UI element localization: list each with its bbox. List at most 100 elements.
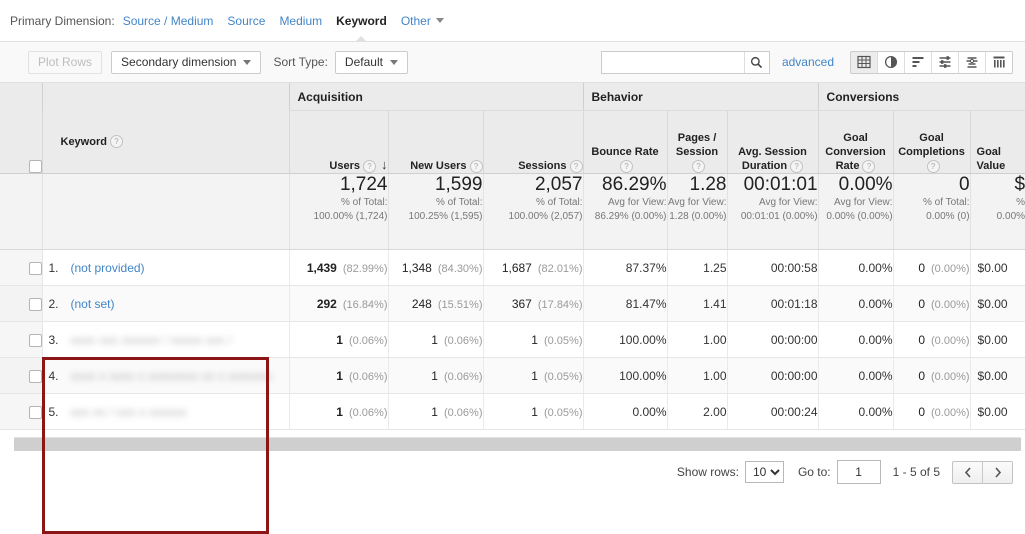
help-icon[interactable]: ? bbox=[109, 135, 123, 149]
show-rows-select[interactable]: 10 bbox=[744, 461, 784, 483]
column-header-goal-value[interactable]: Goal Value bbox=[969, 110, 1025, 174]
search-input[interactable] bbox=[601, 51, 744, 73]
column-header-goal-conversion-rate[interactable]: Goal Conversion Rate? bbox=[817, 110, 894, 174]
summary-goal-value-value: $ bbox=[1014, 174, 1025, 195]
column-header-sessions[interactable]: Sessions? bbox=[482, 110, 583, 174]
row-avg-session-duration: 00:01:18 bbox=[726, 285, 819, 322]
help-icon[interactable]: ? bbox=[469, 159, 483, 173]
pie-chart-view-button[interactable] bbox=[878, 51, 905, 73]
primary-dimension-label: Primary Dimension: bbox=[10, 13, 115, 28]
table-row[interactable]: 5. xxx xx / xxx x xxxxxx 1 (0.06%) 1 (0.06… bbox=[0, 393, 1025, 430]
row-keyword-redacted[interactable]: xxxx xxx xxxxxx / xxxxx xxx / bbox=[71, 333, 232, 347]
comparison-view-button[interactable] bbox=[932, 51, 959, 73]
comparison-view-icon bbox=[939, 56, 951, 68]
table-row[interactable]: 4. xxxx x xxxx x xxxxxxxx xx x xxxxxxx 1… bbox=[0, 357, 1025, 394]
row-keyword-redacted[interactable]: xxx xx / xxx x xxxxxx bbox=[71, 405, 187, 419]
dimension-keyword[interactable]: Keyword bbox=[336, 14, 387, 42]
row-new-users: 1 (0.06%) bbox=[387, 321, 483, 358]
goto-label: Go to: bbox=[797, 465, 831, 479]
table-row[interactable]: 3. xxxx xxx xxxxxx / xxxxx xxx / 1 (0.06%… bbox=[0, 321, 1025, 358]
row-checkbox[interactable] bbox=[28, 297, 42, 311]
column-header-goal-conversion-rate-label: Goal Conversion Rate bbox=[825, 132, 886, 172]
row-bounce-rate: 100.00% bbox=[582, 321, 667, 358]
row-keyword-link[interactable]: (not provided) bbox=[71, 261, 145, 275]
row-users: 1 (0.06%) bbox=[288, 393, 388, 430]
summary-dimension-cell bbox=[41, 173, 289, 250]
goto-page-input[interactable] bbox=[836, 460, 881, 484]
help-icon[interactable]: ? bbox=[790, 159, 804, 173]
next-page-button[interactable] bbox=[983, 461, 1012, 483]
term-cloud-view-button[interactable] bbox=[959, 51, 986, 73]
column-header-avg-session-duration[interactable]: Avg. Session Duration? bbox=[726, 110, 819, 174]
row-users-pct: (82.99%) bbox=[342, 262, 388, 275]
column-header-new-users-label: New Users bbox=[410, 160, 467, 172]
row-goal-value: $0.00 bbox=[969, 249, 1025, 286]
row-checkbox[interactable] bbox=[28, 261, 42, 275]
column-header-users[interactable]: Users? ↓ bbox=[288, 110, 388, 174]
row-new-users-pct: (15.51%) bbox=[437, 298, 483, 311]
column-header-row: Keyword? Users? ↓ New Users? Sessions? Bo… bbox=[0, 110, 1025, 174]
summary-users-value: 1,724 bbox=[339, 174, 388, 195]
column-header-bounce-rate[interactable]: Bounce Rate? bbox=[582, 110, 667, 174]
row-checkbox-cell[interactable] bbox=[0, 357, 43, 394]
plot-rows-button[interactable]: Plot Rows bbox=[28, 50, 103, 74]
search-button[interactable] bbox=[743, 51, 769, 73]
dimension-medium[interactable]: Medium bbox=[279, 14, 322, 28]
help-icon[interactable]: ? bbox=[692, 159, 705, 173]
table-row[interactable]: 2. (not set) 292 (16.84%) 248 (15.51%) 367… bbox=[0, 285, 1025, 322]
column-header-new-users[interactable]: New Users? bbox=[387, 110, 483, 174]
bar-performance-view-button[interactable] bbox=[905, 51, 932, 73]
row-checkbox-cell[interactable] bbox=[0, 393, 43, 430]
row-goal-completions: 0 (0.00%) bbox=[892, 285, 971, 322]
summary-sessions-value: 2,057 bbox=[534, 174, 583, 195]
column-header-bounce-rate-label: Bounce Rate bbox=[591, 146, 659, 158]
dimension-source-medium[interactable]: Source / Medium bbox=[123, 14, 214, 28]
row-range-label: 1 - 5 of 5 bbox=[892, 465, 940, 479]
column-header-goal-value-label: Goal Value bbox=[976, 146, 1006, 172]
plot-rows-label: Plot Rows bbox=[38, 54, 93, 69]
help-icon[interactable]: ? bbox=[862, 159, 876, 173]
table-view-button[interactable] bbox=[851, 51, 878, 73]
row-keyword-redacted[interactable]: xxxx x xxxx x xxxxxxxx xx x xxxxxxx bbox=[71, 369, 273, 383]
pivot-view-button[interactable] bbox=[986, 51, 1012, 73]
advanced-filter-link[interactable]: advanced bbox=[782, 55, 834, 69]
row-sessions-value: 1,687 bbox=[501, 260, 532, 275]
column-header-keyword-label: Keyword bbox=[60, 135, 107, 148]
table-row[interactable]: 1. (not provided) 1,439 (82.99%) 1,348 (84… bbox=[0, 249, 1025, 286]
column-header-keyword[interactable]: Keyword? bbox=[41, 110, 289, 174]
row-goal-value: $0.00 bbox=[969, 321, 1025, 358]
group-header-spacer-dimension bbox=[41, 83, 289, 111]
row-checkbox[interactable] bbox=[28, 333, 42, 347]
help-icon[interactable]: ? bbox=[620, 159, 633, 173]
table-footer: Show rows: 10 Go to: 1 - 5 of 5 bbox=[0, 451, 1025, 484]
row-checkbox[interactable] bbox=[28, 405, 42, 419]
chevron-down-icon bbox=[435, 18, 444, 23]
summary-users-sub2: 100.00% (1,724) bbox=[313, 211, 388, 222]
sort-type-button[interactable]: Default bbox=[334, 50, 408, 74]
horizontal-scrollbar[interactable] bbox=[14, 437, 1021, 451]
summary-bounce-rate-sub2: 86.29% (0.00%) bbox=[594, 211, 667, 222]
row-checkbox-cell[interactable] bbox=[0, 321, 43, 358]
help-icon[interactable]: ? bbox=[363, 159, 376, 173]
select-all-checkbox[interactable] bbox=[28, 159, 42, 173]
row-goal-completions-pct: (0.00%) bbox=[931, 334, 970, 347]
row-checkbox-cell[interactable] bbox=[0, 285, 43, 322]
group-header-conversions: Conversions bbox=[817, 83, 1025, 111]
summary-goal-value: $ % 0.00% bbox=[969, 173, 1025, 250]
dimension-source[interactable]: Source bbox=[227, 14, 265, 28]
row-goal-conversion-rate: 0.00% bbox=[817, 357, 894, 394]
column-header-goal-completions[interactable]: Goal Completions? bbox=[892, 110, 971, 174]
dimension-other-dropdown[interactable]: Other bbox=[401, 14, 444, 28]
help-icon[interactable]: ? bbox=[926, 159, 940, 173]
primary-dimension-bar: Primary Dimension: Source / Medium Sourc… bbox=[0, 0, 1025, 42]
row-goal-completions-pct: (0.00%) bbox=[931, 298, 970, 311]
column-header-pages-session[interactable]: Pages / Session? bbox=[666, 110, 727, 174]
previous-page-button[interactable] bbox=[953, 461, 983, 483]
row-checkbox[interactable] bbox=[28, 369, 42, 383]
row-keyword-link[interactable]: (not set) bbox=[71, 297, 115, 311]
row-sessions-value: 1 bbox=[531, 332, 538, 347]
bar-performance-view-icon bbox=[912, 57, 924, 67]
help-icon[interactable]: ? bbox=[569, 159, 583, 173]
secondary-dimension-button[interactable]: Secondary dimension bbox=[111, 50, 262, 74]
row-checkbox-cell[interactable] bbox=[0, 249, 43, 286]
